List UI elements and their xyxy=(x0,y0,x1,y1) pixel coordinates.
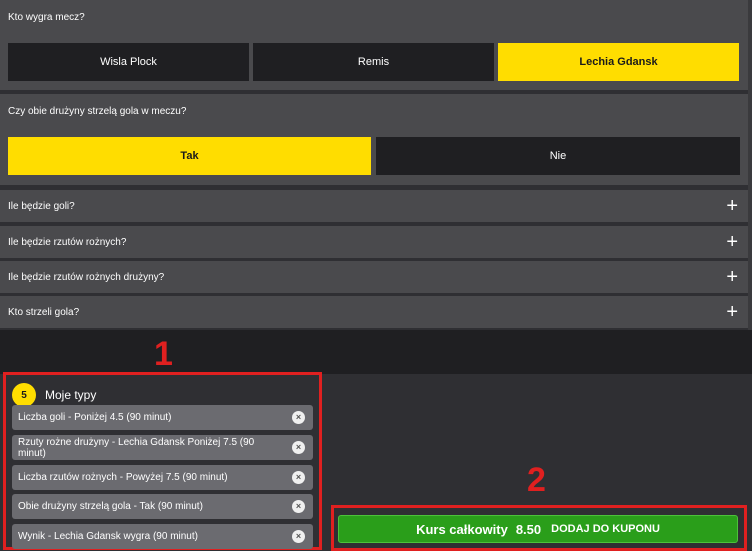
slip-title: Moje typy xyxy=(45,388,97,402)
option-remis[interactable]: Remis xyxy=(253,43,494,81)
option-tak[interactable]: Tak xyxy=(8,137,371,175)
plus-icon[interactable]: + xyxy=(726,302,738,322)
option-wisla-plock[interactable]: Wisla Plock xyxy=(8,43,249,81)
winner-question: Kto wygra mecz? xyxy=(0,0,748,35)
btts-question: Czy obie drużyny strzelą gola w meczu? xyxy=(0,94,748,129)
close-circle-icon[interactable]: × xyxy=(292,500,305,513)
scrollbar[interactable] xyxy=(748,0,752,330)
total-odds-label: Kurs całkowity xyxy=(416,521,508,537)
plus-icon[interactable]: + xyxy=(726,267,738,287)
divider-band xyxy=(0,330,752,374)
plus-icon[interactable]: + xyxy=(726,196,738,216)
bet-count-badge: 5 xyxy=(12,383,36,407)
close-circle-icon[interactable]: × xyxy=(292,530,305,543)
bet-item-label: Obie drużyny strzelą gola - Tak (90 minu… xyxy=(18,501,203,512)
bet-item: Rzuty rożne drużyny - Lechia Gdansk Poni… xyxy=(12,435,313,460)
add-to-coupon-label: DODAJ DO KUPONU xyxy=(551,523,660,535)
close-circle-icon[interactable]: × xyxy=(292,411,305,424)
market-goalscorer[interactable]: Kto strzeli gola? + xyxy=(0,296,748,328)
btts-options: Tak Nie xyxy=(0,129,748,185)
annotation-number-1: 1 xyxy=(154,335,173,373)
market-goals-count[interactable]: Ile będzie goli? + xyxy=(0,190,748,222)
bet-item: Obie drużyny strzelą gola - Tak (90 minu… xyxy=(12,494,313,519)
option-nie[interactable]: Nie xyxy=(376,137,740,175)
bet-item: Wynik - Lechia Gdansk wygra (90 minut) × xyxy=(12,524,313,549)
market-team-corners[interactable]: Ile będzie rzutów rożnych drużyny? + xyxy=(0,261,748,293)
market-team-corners-label: Ile będzie rzutów rożnych drużyny? xyxy=(8,271,165,283)
market-corners-count-label: Ile będzie rzutów rożnych? xyxy=(8,236,127,248)
bet-item-label: Rzuty rożne drużyny - Lechia Gdansk Poni… xyxy=(18,436,255,459)
annotation-number-2: 2 xyxy=(527,461,546,499)
close-circle-icon[interactable]: × xyxy=(292,471,305,484)
add-to-coupon-button[interactable]: Kurs całkowity 8.50 DODAJ DO KUPONU xyxy=(338,515,738,543)
bet-item-label: Liczba goli - Poniżej 4.5 (90 minut) xyxy=(18,412,172,423)
bet-item: Liczba goli - Poniżej 4.5 (90 minut) × xyxy=(12,405,313,430)
market-goals-count-label: Ile będzie goli? xyxy=(8,200,75,212)
market-corners-count[interactable]: Ile będzie rzutów rożnych? + xyxy=(0,226,748,258)
market-goalscorer-label: Kto strzeli gola? xyxy=(8,306,80,318)
bet-item-label: Wynik - Lechia Gdansk wygra (90 minut) xyxy=(18,531,198,542)
winner-options: Wisla Plock Remis Lechia Gdansk xyxy=(0,35,748,90)
close-circle-icon[interactable]: × xyxy=(292,441,305,454)
bet-item-label: Liczba rzutów rożnych - Powyżej 7.5 (90 … xyxy=(18,472,228,483)
bet-item: Liczba rzutów rożnych - Powyżej 7.5 (90 … xyxy=(12,465,313,490)
option-lechia-gdansk[interactable]: Lechia Gdansk xyxy=(498,43,739,81)
total-odds-value: 8.50 xyxy=(515,521,542,537)
plus-icon[interactable]: + xyxy=(726,232,738,252)
